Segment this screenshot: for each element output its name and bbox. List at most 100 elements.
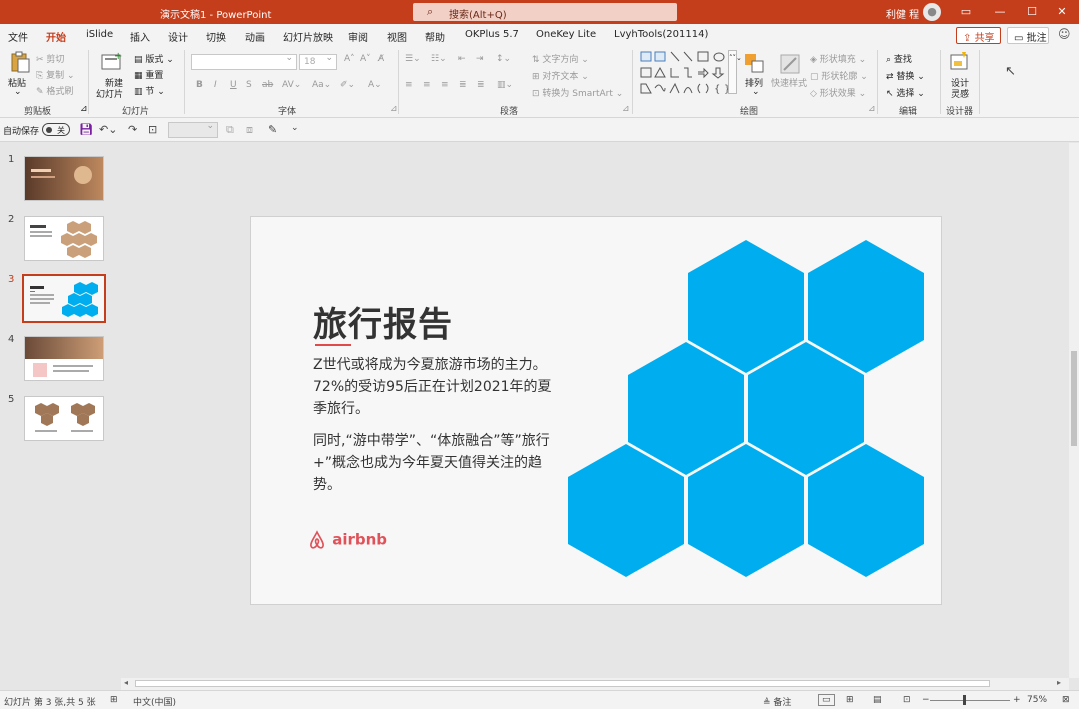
new-slide-icon[interactable]: + [100, 50, 124, 74]
new-slide-label-2[interactable]: 幻灯片 [96, 87, 123, 100]
slide-thumbnail-2[interactable] [24, 216, 104, 261]
scroll-right-icon[interactable]: ▸ [1057, 678, 1061, 687]
clipboard-launcher-icon[interactable]: ⊿ [80, 104, 88, 114]
zoom-out-icon[interactable]: − [922, 695, 930, 705]
airbnb-logo[interactable]: airbnb [307, 530, 387, 550]
align-right-icon[interactable]: ≡ [441, 80, 449, 90]
slide-thumbnail-3[interactable] [22, 274, 106, 323]
close-icon[interactable]: ✕ [1052, 3, 1072, 21]
search-box[interactable]: ⌕ 搜索(Alt+Q) [413, 3, 677, 21]
zoom-in-icon[interactable]: + [1013, 695, 1021, 705]
arrange-dropdown-icon[interactable]: ⌄ [752, 87, 760, 97]
reset-button[interactable]: ▦ 重置 [134, 68, 163, 81]
arrange-icon[interactable] [743, 52, 767, 76]
minimize-icon[interactable]: — [990, 3, 1010, 21]
clear-formatting-icon[interactable]: A̸ [378, 54, 384, 64]
shapes-gallery[interactable]: { } [640, 50, 732, 98]
save-icon[interactable]: 💾︎ [79, 123, 93, 136]
slide-paragraph-1[interactable]: Z世代或将成为今夏旅游市场的主力。72%的受访95后正在计划2021年的夏季旅行… [313, 354, 563, 420]
slide-sorter-icon[interactable]: ⊞ [846, 695, 854, 705]
paste-dropdown-icon[interactable]: ⌄ [14, 87, 22, 97]
increase-font-icon[interactable]: A˄ [344, 54, 355, 64]
tab-onekey[interactable]: OneKey Lite [536, 29, 596, 40]
italic-button[interactable]: I [214, 80, 217, 90]
increase-indent-icon[interactable]: ⇥ [476, 54, 484, 64]
slide-thumbnail-1[interactable] [24, 156, 104, 201]
layout-button[interactable]: ▤ 版式 ⌄ [134, 52, 174, 65]
tab-help[interactable]: 帮助 [425, 29, 445, 44]
user-name[interactable]: 利健 程 [886, 6, 919, 21]
select-button[interactable]: ↖ 选择 ⌄ [886, 86, 925, 99]
qat-combo[interactable] [168, 121, 218, 138]
section-button[interactable]: ▥ 节 ⌄ [134, 84, 165, 97]
autosave-toggle[interactable]: 关 [42, 123, 70, 136]
tab-view[interactable]: 视图 [387, 29, 407, 44]
avatar[interactable]: ● [923, 3, 941, 21]
quick-styles-icon[interactable] [778, 52, 802, 76]
find-button[interactable]: ⌕ 查找 [886, 52, 912, 65]
quick-styles-button[interactable]: 快速样式 [771, 76, 807, 89]
bold-button[interactable]: B [196, 80, 203, 90]
designer-icon[interactable] [948, 50, 972, 74]
ribbon-display-icon[interactable]: ▭ [956, 3, 976, 21]
hexagon-cluster[interactable] [561, 235, 941, 585]
decrease-font-icon[interactable]: A˅ [360, 54, 371, 64]
font-launcher-icon[interactable]: ⊿ [390, 104, 398, 114]
text-direction-button[interactable]: ⇅ 文字方向 ⌄ [532, 52, 589, 65]
bullets-icon[interactable]: ☰⌄ [405, 54, 421, 64]
align-left-icon[interactable]: ≡ [405, 80, 413, 90]
scroll-left-icon[interactable]: ◂ [124, 678, 128, 687]
cut-button[interactable]: ✂ 剪切 [36, 52, 64, 65]
zoom-slider[interactable] [930, 700, 1010, 701]
highlight-icon[interactable]: ✐⌄ [340, 80, 355, 90]
paste-icon[interactable] [8, 50, 32, 74]
paragraph-launcher-icon[interactable]: ⊿ [622, 104, 630, 114]
fit-slide-icon[interactable]: ⊠ [1062, 695, 1070, 705]
format-brush-icon[interactable]: ✎ [268, 123, 277, 136]
zoom-slider-knob[interactable] [963, 695, 966, 705]
change-case-icon[interactable]: Aa⌄ [312, 80, 331, 90]
line-spacing-icon[interactable]: ↕⌄ [496, 54, 511, 64]
ungroup-icon[interactable]: ⧈ [246, 123, 253, 137]
tab-transitions[interactable]: 切换 [206, 29, 226, 44]
shadow-button[interactable]: S [246, 80, 252, 90]
slide-title[interactable]: 旅行报告 [313, 297, 453, 346]
notes-button[interactable]: ≜ 备注 [763, 695, 791, 708]
tab-lvyhtools[interactable]: LvyhTools(201114) [614, 29, 708, 40]
tab-review[interactable]: 审阅 [348, 29, 368, 44]
distribute-icon[interactable]: ≣ [477, 80, 485, 90]
tab-insert[interactable]: 插入 [130, 29, 150, 44]
tab-slideshow[interactable]: 幻灯片放映 [283, 29, 333, 44]
vertical-scroll-thumb[interactable] [1071, 351, 1077, 446]
designer-label-2[interactable]: 灵感 [951, 87, 969, 100]
comment-button[interactable]: ▭ 批注 [1007, 27, 1049, 44]
slide-thumbnail-5[interactable] [24, 396, 104, 441]
shape-effects-button[interactable]: ◇ 形状效果 ⌄ [810, 86, 866, 99]
accessibility-icon[interactable]: ⊞ [110, 695, 118, 705]
drawing-launcher-icon[interactable]: ⊿ [868, 104, 876, 114]
group-icon[interactable]: ⧉ [226, 123, 234, 137]
redo-icon[interactable]: ↷ [128, 123, 137, 136]
shape-fill-button[interactable]: ◈ 形状填充 ⌄ [810, 52, 866, 65]
horizontal-scroll-thumb[interactable] [135, 680, 990, 687]
horizontal-scrollbar[interactable]: ◂ ▸ [121, 678, 1069, 690]
undo-icon[interactable]: ↶⌄ [99, 123, 117, 136]
align-center-icon[interactable]: ≡ [423, 80, 431, 90]
columns-icon[interactable]: ▥⌄ [497, 80, 513, 90]
font-size-combo[interactable]: 18 [299, 53, 337, 70]
maximize-icon[interactable]: ☐ [1022, 3, 1042, 21]
tab-animations[interactable]: 动画 [245, 29, 265, 44]
font-name-combo[interactable] [191, 53, 297, 70]
format-painter-button[interactable]: ✎ 格式刷 [36, 84, 73, 97]
tab-islide[interactable]: iSlide [86, 29, 113, 40]
share-button[interactable]: ⇪ 共享 [956, 27, 1001, 44]
vertical-scrollbar[interactable] [1069, 143, 1079, 678]
shapes-scroll-icon[interactable]: ˄˅⌄ [728, 50, 742, 94]
smartart-button[interactable]: ⊡ 转换为 SmartArt ⌄ [532, 86, 623, 99]
zoom-level[interactable]: 75% [1027, 695, 1047, 705]
present-icon[interactable]: ⊡ [148, 123, 157, 136]
current-slide[interactable]: 旅行报告 Z世代或将成为今夏旅游市场的主力。72%的受访95后正在计划2021年… [250, 216, 942, 605]
shape-outline-button[interactable]: ▢ 形状轮廓 ⌄ [810, 69, 868, 82]
justify-icon[interactable]: ≣ [459, 80, 467, 90]
feedback-icon[interactable]: ☺ [1058, 27, 1071, 41]
